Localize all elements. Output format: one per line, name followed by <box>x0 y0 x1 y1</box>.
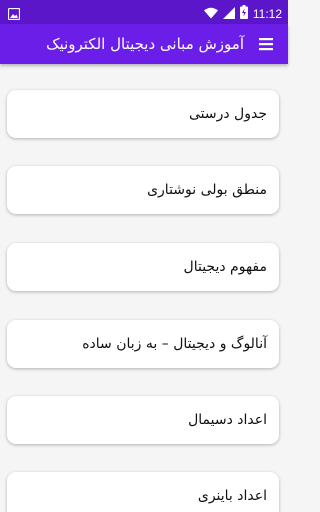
lesson-card-binary-numbers[interactable]: اعداد باینری <box>7 472 279 512</box>
status-time: 11:12 <box>252 6 282 21</box>
lesson-list[interactable]: جدول درستی منطق بولی نوشتاری مفهوم دیجیت… <box>0 64 288 512</box>
hamburger-menu-icon[interactable] <box>258 36 274 52</box>
lesson-label: آنالوگ و دیجیتال – به زبان ساده <box>82 336 267 352</box>
lesson-card-decimal-numbers[interactable]: اعداد دسیمال <box>7 396 279 444</box>
lesson-label: اعداد باینری <box>197 488 267 504</box>
cellular-signal-icon <box>222 4 235 23</box>
app-title: آموزش مبانی دیجیتال الکترونیک <box>46 35 244 53</box>
wifi-icon <box>203 4 218 23</box>
lesson-card-digital-concept[interactable]: مفهوم دیجیتال <box>7 243 279 291</box>
lesson-card-truth-table[interactable]: جدول درستی <box>7 90 279 138</box>
battery-charging-icon <box>239 4 248 23</box>
status-icons: 11:12 <box>203 4 282 23</box>
status-bar: 11:12 <box>0 0 288 24</box>
lesson-label: منطق بولی نوشتاری <box>147 182 267 198</box>
lesson-label: اعداد دسیمال <box>188 412 267 428</box>
app-bar: آموزش مبانی دیجیتال الکترونیک <box>0 24 288 64</box>
image-icon <box>7 5 21 24</box>
lesson-card-boolean-logic[interactable]: منطق بولی نوشتاری <box>7 166 279 214</box>
lesson-label: جدول درستی <box>188 106 267 122</box>
lesson-label: مفهوم دیجیتال <box>183 259 267 275</box>
lesson-card-analog-digital[interactable]: آنالوگ و دیجیتال – به زبان ساده <box>7 320 279 368</box>
